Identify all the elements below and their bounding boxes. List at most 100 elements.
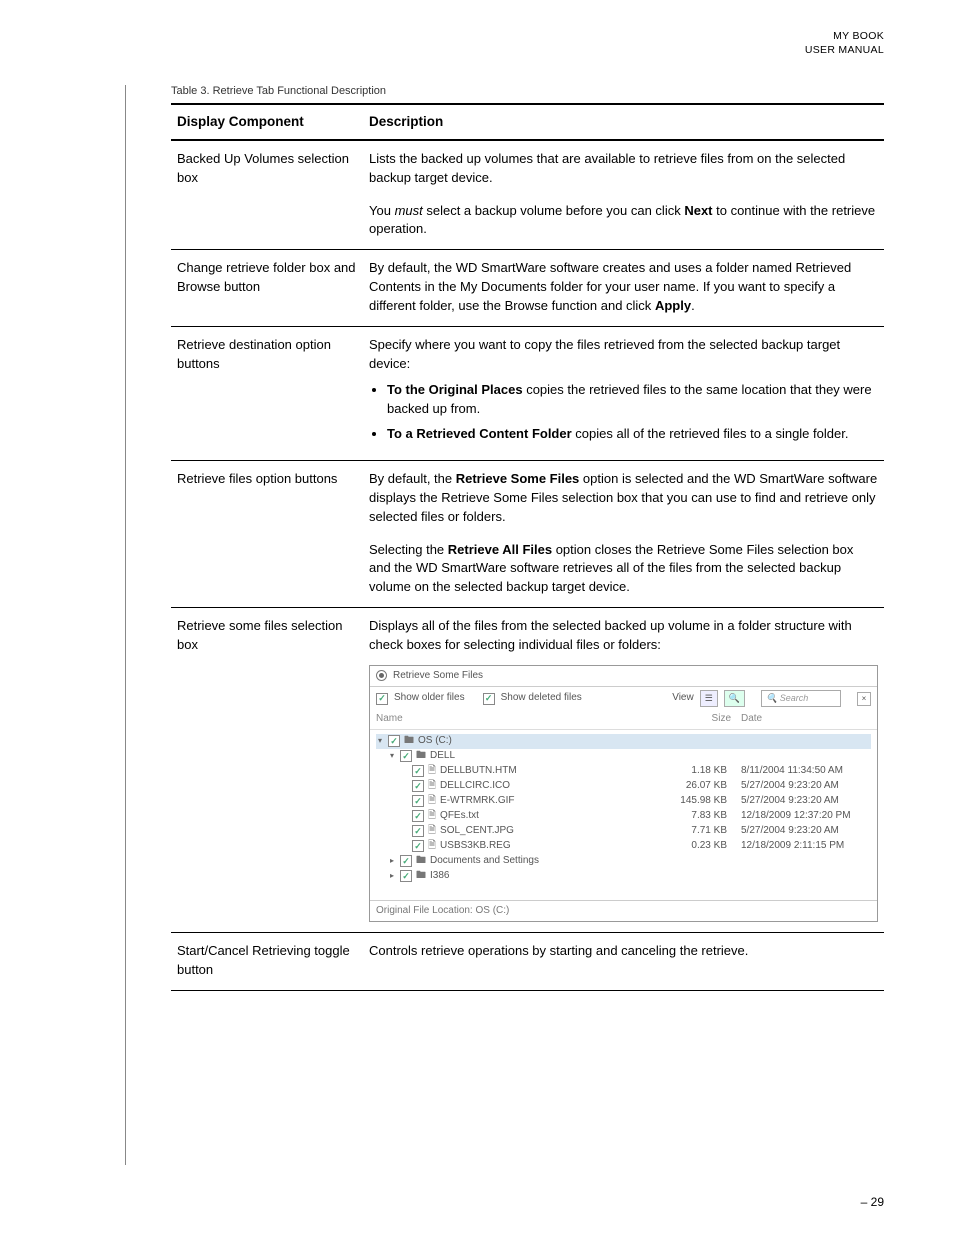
file-icon: [428, 794, 436, 809]
expand-icon[interactable]: ▾: [376, 735, 384, 747]
file-icon: [428, 824, 436, 839]
checkbox-icon[interactable]: [412, 780, 424, 792]
file-date: 12/18/2009 2:11:15 PM: [731, 839, 871, 854]
doc-header: MY BOOK USER MANUAL: [70, 30, 884, 57]
tree-file[interactable]: DELLBUTN.HTM 1.18 KB 8/11/2004 11:34:50 AM: [376, 764, 871, 779]
tree-folder[interactable]: ▸ I386: [376, 869, 871, 884]
file-size: 1.18 KB: [672, 764, 727, 779]
paragraph: Specify where you want to copy the files…: [369, 336, 878, 374]
header-line2: USER MANUAL: [70, 44, 884, 58]
component-cell: Backed Up Volumes selection box: [171, 140, 363, 250]
description-cell: Specify where you want to copy the files…: [363, 326, 884, 460]
paragraph: Lists the backed up volumes that are ava…: [369, 150, 878, 188]
list-item: To a Retrieved Content Folder copies all…: [387, 425, 878, 444]
file-name: E-WTRMRK.GIF: [440, 794, 668, 809]
tree-file[interactable]: DELLCIRC.ICO 26.07 KB 5/27/2004 9:23:20 AM: [376, 779, 871, 794]
panel-footer: Original File Location: OS (C:): [370, 900, 877, 922]
tree-file[interactable]: QFEs.txt 7.83 KB 12/18/2009 12:37:20 PM: [376, 809, 871, 824]
folder-icon: [416, 854, 426, 869]
list-item: To the Original Places copies the retrie…: [387, 381, 878, 419]
tree-folder[interactable]: ▾ DELL: [376, 749, 871, 764]
tree-file[interactable]: USBS3KB.REG 0.23 KB 12/18/2009 2:11:15 PM: [376, 839, 871, 854]
close-icon[interactable]: ×: [857, 692, 871, 706]
description-cell: Displays all of the files from the selec…: [363, 608, 884, 933]
file-date: 5/27/2004 9:23:20 AM: [731, 779, 871, 794]
checkbox-icon[interactable]: [400, 870, 412, 882]
table-row: Retrieve files option buttons By default…: [171, 460, 884, 607]
checkbox-icon[interactable]: [400, 750, 412, 762]
checkbox-icon[interactable]: [412, 825, 424, 837]
header-line1: MY BOOK: [70, 30, 884, 44]
search-input[interactable]: 🔍 Search: [761, 690, 841, 707]
checkbox-icon[interactable]: [412, 795, 424, 807]
checkbox-icon[interactable]: [412, 840, 424, 852]
functional-description-table: Display Component Description Backed Up …: [171, 103, 884, 991]
col-header-component: Display Component: [171, 104, 363, 140]
table-row: Retrieve destination option buttons Spec…: [171, 326, 884, 460]
file-icon: [428, 779, 436, 794]
page-number: – 29: [70, 1195, 884, 1209]
component-cell: Retrieve files option buttons: [171, 460, 363, 607]
file-name: DELLBUTN.HTM: [440, 764, 668, 779]
paragraph: Selecting the Retrieve All Files option …: [369, 541, 878, 598]
col-size[interactable]: Size: [671, 712, 731, 727]
table-row: Start/Cancel Retrieving toggle button Co…: [171, 933, 884, 991]
description-cell: Lists the backed up volumes that are ava…: [363, 140, 884, 250]
view-label: View: [672, 691, 694, 706]
table-row: Backed Up Volumes selection box Lists th…: [171, 140, 884, 250]
tree-folder[interactable]: ▸ Documents and Settings: [376, 854, 871, 869]
col-header-description: Description: [363, 104, 884, 140]
radio-icon[interactable]: [376, 670, 387, 681]
file-icon: [428, 839, 436, 854]
tree-file[interactable]: SOL_CENT.JPG 7.71 KB 5/27/2004 9:23:20 AM: [376, 824, 871, 839]
paragraph: By default, the Retrieve Some Files opti…: [369, 470, 878, 527]
file-icon: [428, 809, 436, 824]
checkbox-icon[interactable]: [412, 765, 424, 777]
component-cell: Retrieve destination option buttons: [171, 326, 363, 460]
expand-icon[interactable]: ▾: [388, 750, 396, 762]
show-older-label: Show older files: [394, 691, 465, 706]
show-deleted-label: Show deleted files: [501, 691, 582, 706]
file-name: DELLCIRC.ICO: [440, 779, 668, 794]
file-name: USBS3KB.REG: [440, 839, 668, 854]
table-row: Change retrieve folder box and Browse bu…: [171, 250, 884, 327]
retrieve-some-files-panel: Retrieve Some Files Show older files Sho…: [369, 665, 878, 923]
col-name[interactable]: Name: [376, 712, 671, 727]
folder-icon: [404, 734, 414, 749]
view-search-button[interactable]: 🔍: [724, 690, 745, 707]
panel-title: Retrieve Some Files: [393, 669, 483, 684]
file-size: 7.71 KB: [672, 824, 727, 839]
component-cell: Change retrieve folder box and Browse bu…: [171, 250, 363, 327]
checkbox-icon[interactable]: [400, 855, 412, 867]
tree-folder-root[interactable]: ▾ OS (C:): [376, 734, 871, 749]
file-icon: [428, 764, 436, 779]
view-list-button[interactable]: ☰: [700, 690, 718, 707]
tree-file[interactable]: E-WTRMRK.GIF145.98 KB5/27/2004 9:23:20 A…: [376, 794, 871, 809]
file-name: SOL_CENT.JPG: [440, 824, 668, 839]
paragraph: You must select a backup volume before y…: [369, 202, 878, 240]
checkbox-icon[interactable]: [483, 693, 495, 705]
paragraph: Displays all of the files from the selec…: [369, 617, 878, 655]
column-headers: Name Size Date: [370, 710, 877, 730]
expand-icon[interactable]: ▸: [388, 870, 396, 882]
file-size: 0.23 KB: [672, 839, 727, 854]
checkbox-icon[interactable]: [412, 810, 424, 822]
description-cell: By default, the WD SmartWare software cr…: [363, 250, 884, 327]
file-size: 7.83 KB: [672, 809, 727, 824]
file-date: 5/27/2004 9:23:20 AM: [731, 794, 871, 809]
folder-icon: [416, 869, 426, 884]
file-name: QFEs.txt: [440, 809, 668, 824]
col-date[interactable]: Date: [731, 712, 871, 727]
file-date: 12/18/2009 12:37:20 PM: [731, 809, 871, 824]
file-size: 26.07 KB: [672, 779, 727, 794]
bullet-list: To the Original Places copies the retrie…: [369, 381, 878, 444]
description-cell: By default, the Retrieve Some Files opti…: [363, 460, 884, 607]
panel-title-row: Retrieve Some Files: [370, 666, 877, 688]
checkbox-icon[interactable]: [376, 693, 388, 705]
file-date: 5/27/2004 9:23:20 AM: [731, 824, 871, 839]
component-cell: Retrieve some files selection box: [171, 608, 363, 933]
file-date: 8/11/2004 11:34:50 AM: [731, 764, 871, 779]
checkbox-icon[interactable]: [388, 735, 400, 747]
expand-icon[interactable]: ▸: [388, 855, 396, 867]
description-cell: Controls retrieve operations by starting…: [363, 933, 884, 991]
